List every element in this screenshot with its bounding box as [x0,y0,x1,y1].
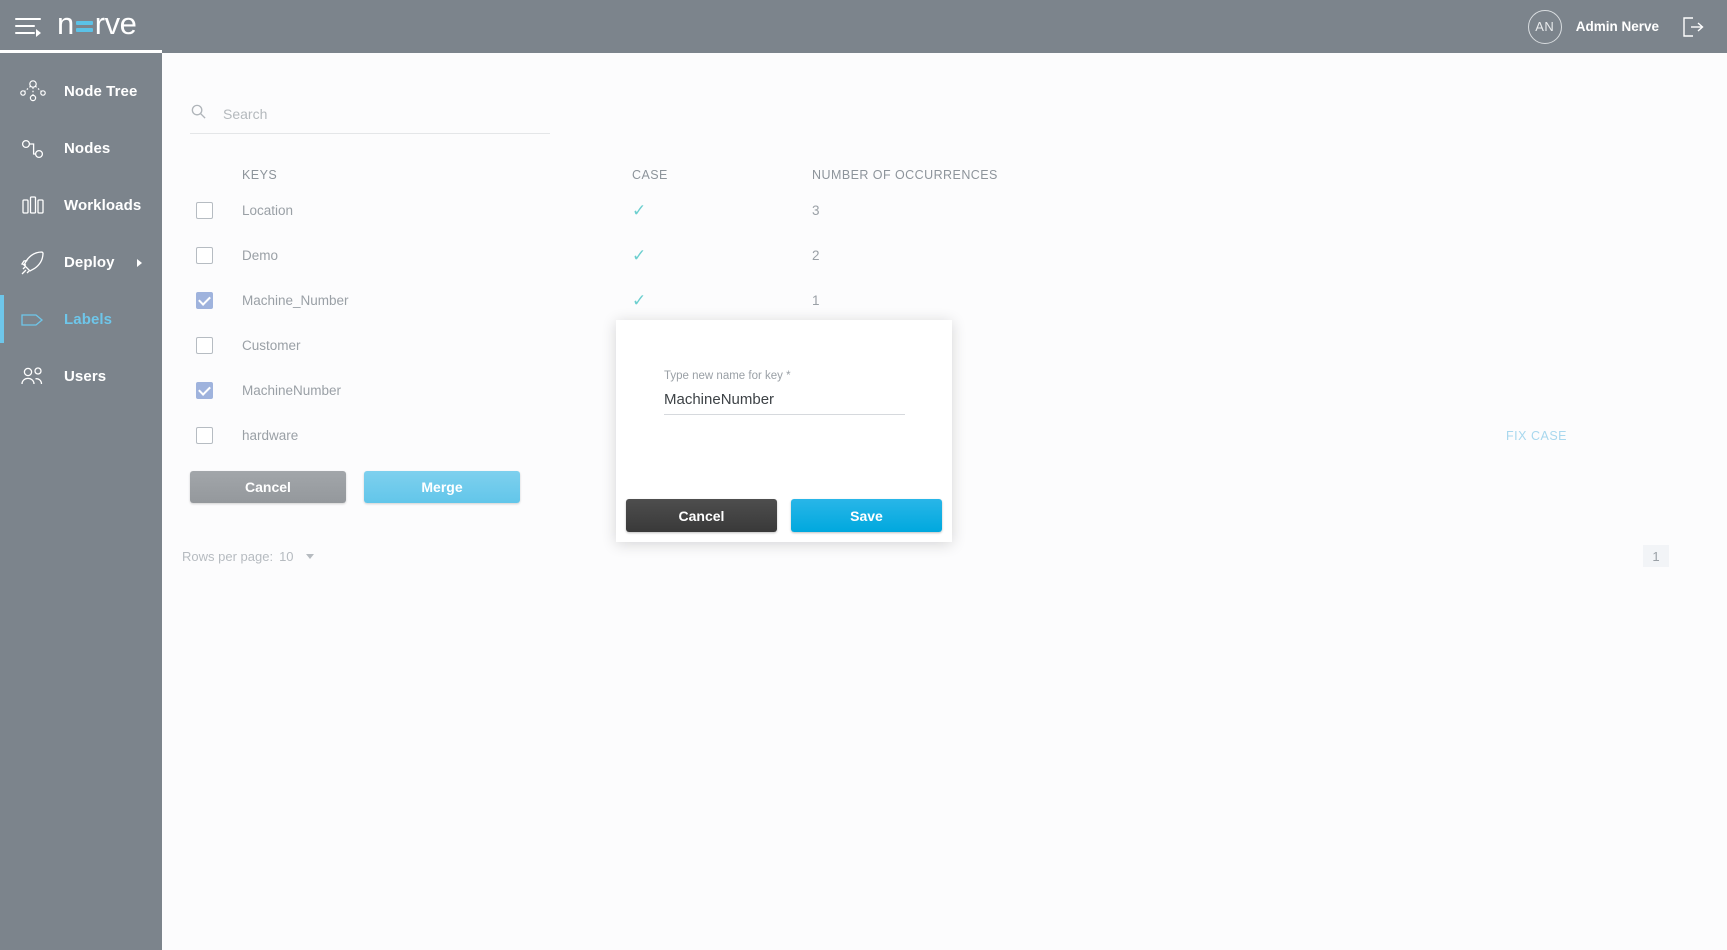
nerve-logo: n rve [57,6,136,42]
table-row-wrap: Machine_Number ✓ 1 [162,282,1727,318]
table-footer: Rows per page: 10 1 [162,545,1727,567]
column-header-occurrences: NUMBER OF OCCURRENCES [812,168,1292,182]
table-row[interactable]: Location ✓ 3 [162,192,1727,228]
page-number[interactable]: 1 [1643,545,1669,567]
rows-per-page-label: Rows per page: [182,549,273,564]
search-icon [190,103,207,125]
cell-case: ✓ [632,292,812,309]
node-tree-icon [18,77,48,107]
cell-occurrences: 2 [812,248,1292,263]
check-icon: ✓ [632,291,646,310]
column-header-case: CASE [632,168,812,182]
sidebar-item-label: Nodes [64,140,110,157]
cell-key: Machine_Number [242,293,632,308]
avatar[interactable]: AN [1528,10,1562,44]
sidebar-item-label: Deploy [64,254,115,271]
row-checkbox[interactable] [196,337,213,354]
cell-key: Demo [242,248,632,263]
check-icon: ✓ [632,246,646,265]
field-label: Type new name for key * [664,370,904,382]
sidebar-item-labels[interactable]: Labels [0,291,162,348]
search-input[interactable] [221,105,521,123]
avatar-initials: AN [1535,19,1554,34]
logo-suffix: rve [95,6,137,42]
table-row[interactable]: Demo ✓ 2 [162,237,1727,273]
sidebar-item-label: Workloads [64,197,141,214]
chevron-down-icon[interactable] [306,554,314,559]
sidebar-item-workloads[interactable]: Workloads [0,177,162,234]
cell-key: hardware [242,428,632,443]
sidebar-item-deploy[interactable]: Deploy [0,234,162,291]
table-row-wrap: Demo ✓ 2 [162,237,1727,273]
rows-per-page-select[interactable]: Rows per page: 10 [182,549,314,564]
workloads-icon [18,191,48,221]
dialog-footer: Cancel Save [616,499,952,532]
cell-occurrences: 1 [812,293,1292,308]
search-bar [190,103,550,134]
row-checkbox[interactable] [196,427,213,444]
row-checkbox[interactable] [196,382,213,399]
chevron-right-icon[interactable] [137,259,142,267]
cell-occurrences: 3 [812,203,1292,218]
merge-button[interactable]: Merge [364,471,520,503]
cell-key: Location [242,203,632,218]
row-checkbox[interactable] [196,292,213,309]
tag-icon [18,305,48,335]
sidebar-item-nodes[interactable]: Nodes [0,120,162,177]
top-bar: n rve AN Admin Nerve [0,0,1727,53]
logo-prefix: n [57,6,74,42]
rows-per-page-value: 10 [279,549,293,564]
row-checkbox[interactable] [196,202,213,219]
rocket-icon [18,248,48,278]
dialog-body: Type new name for key * [616,320,952,415]
sidebar-item-users[interactable]: Users [0,348,162,405]
cell-key: MachineNumber [242,383,632,398]
table-row[interactable]: Machine_Number ✓ 1 [162,282,1727,318]
sidebar-item-label: Node Tree [64,83,137,100]
table-header-row: KEYS CASE NUMBER OF OCCURRENCES [162,158,1727,192]
table-row-wrap: Location ✓ 3 [162,192,1727,228]
check-icon: ✓ [632,201,646,220]
users-icon [18,362,48,392]
sidebar-item-label: Labels [64,311,112,328]
table-actions: Cancel Merge [190,471,520,503]
logo-equals-mark [76,21,93,32]
hamburger-icon[interactable] [15,15,41,35]
user-name: Admin Nerve [1576,19,1659,34]
cell-key: Customer [242,338,632,353]
logout-icon[interactable] [1679,14,1705,40]
row-checkbox[interactable] [196,247,213,264]
rename-key-dialog: Type new name for key * Cancel Save [616,320,952,542]
new-key-name-input[interactable] [664,391,905,415]
brand-area: n rve [0,0,162,53]
cancel-button[interactable]: Cancel [190,471,346,503]
sidebar-item-label: Users [64,368,106,385]
column-header-keys: KEYS [242,168,632,182]
cell-case: ✓ [632,202,812,219]
sidebar-item-node-tree[interactable]: Node Tree [0,63,162,120]
fix-case-link[interactable]: FIX CASE [1506,429,1567,443]
dialog-cancel-button[interactable]: Cancel [626,499,777,532]
sidebar: Node Tree Nodes Workloads [0,53,162,950]
user-area: AN Admin Nerve [1528,10,1727,44]
nodes-icon [18,134,48,164]
cell-case: ✓ [632,247,812,264]
dialog-save-button[interactable]: Save [791,499,942,532]
